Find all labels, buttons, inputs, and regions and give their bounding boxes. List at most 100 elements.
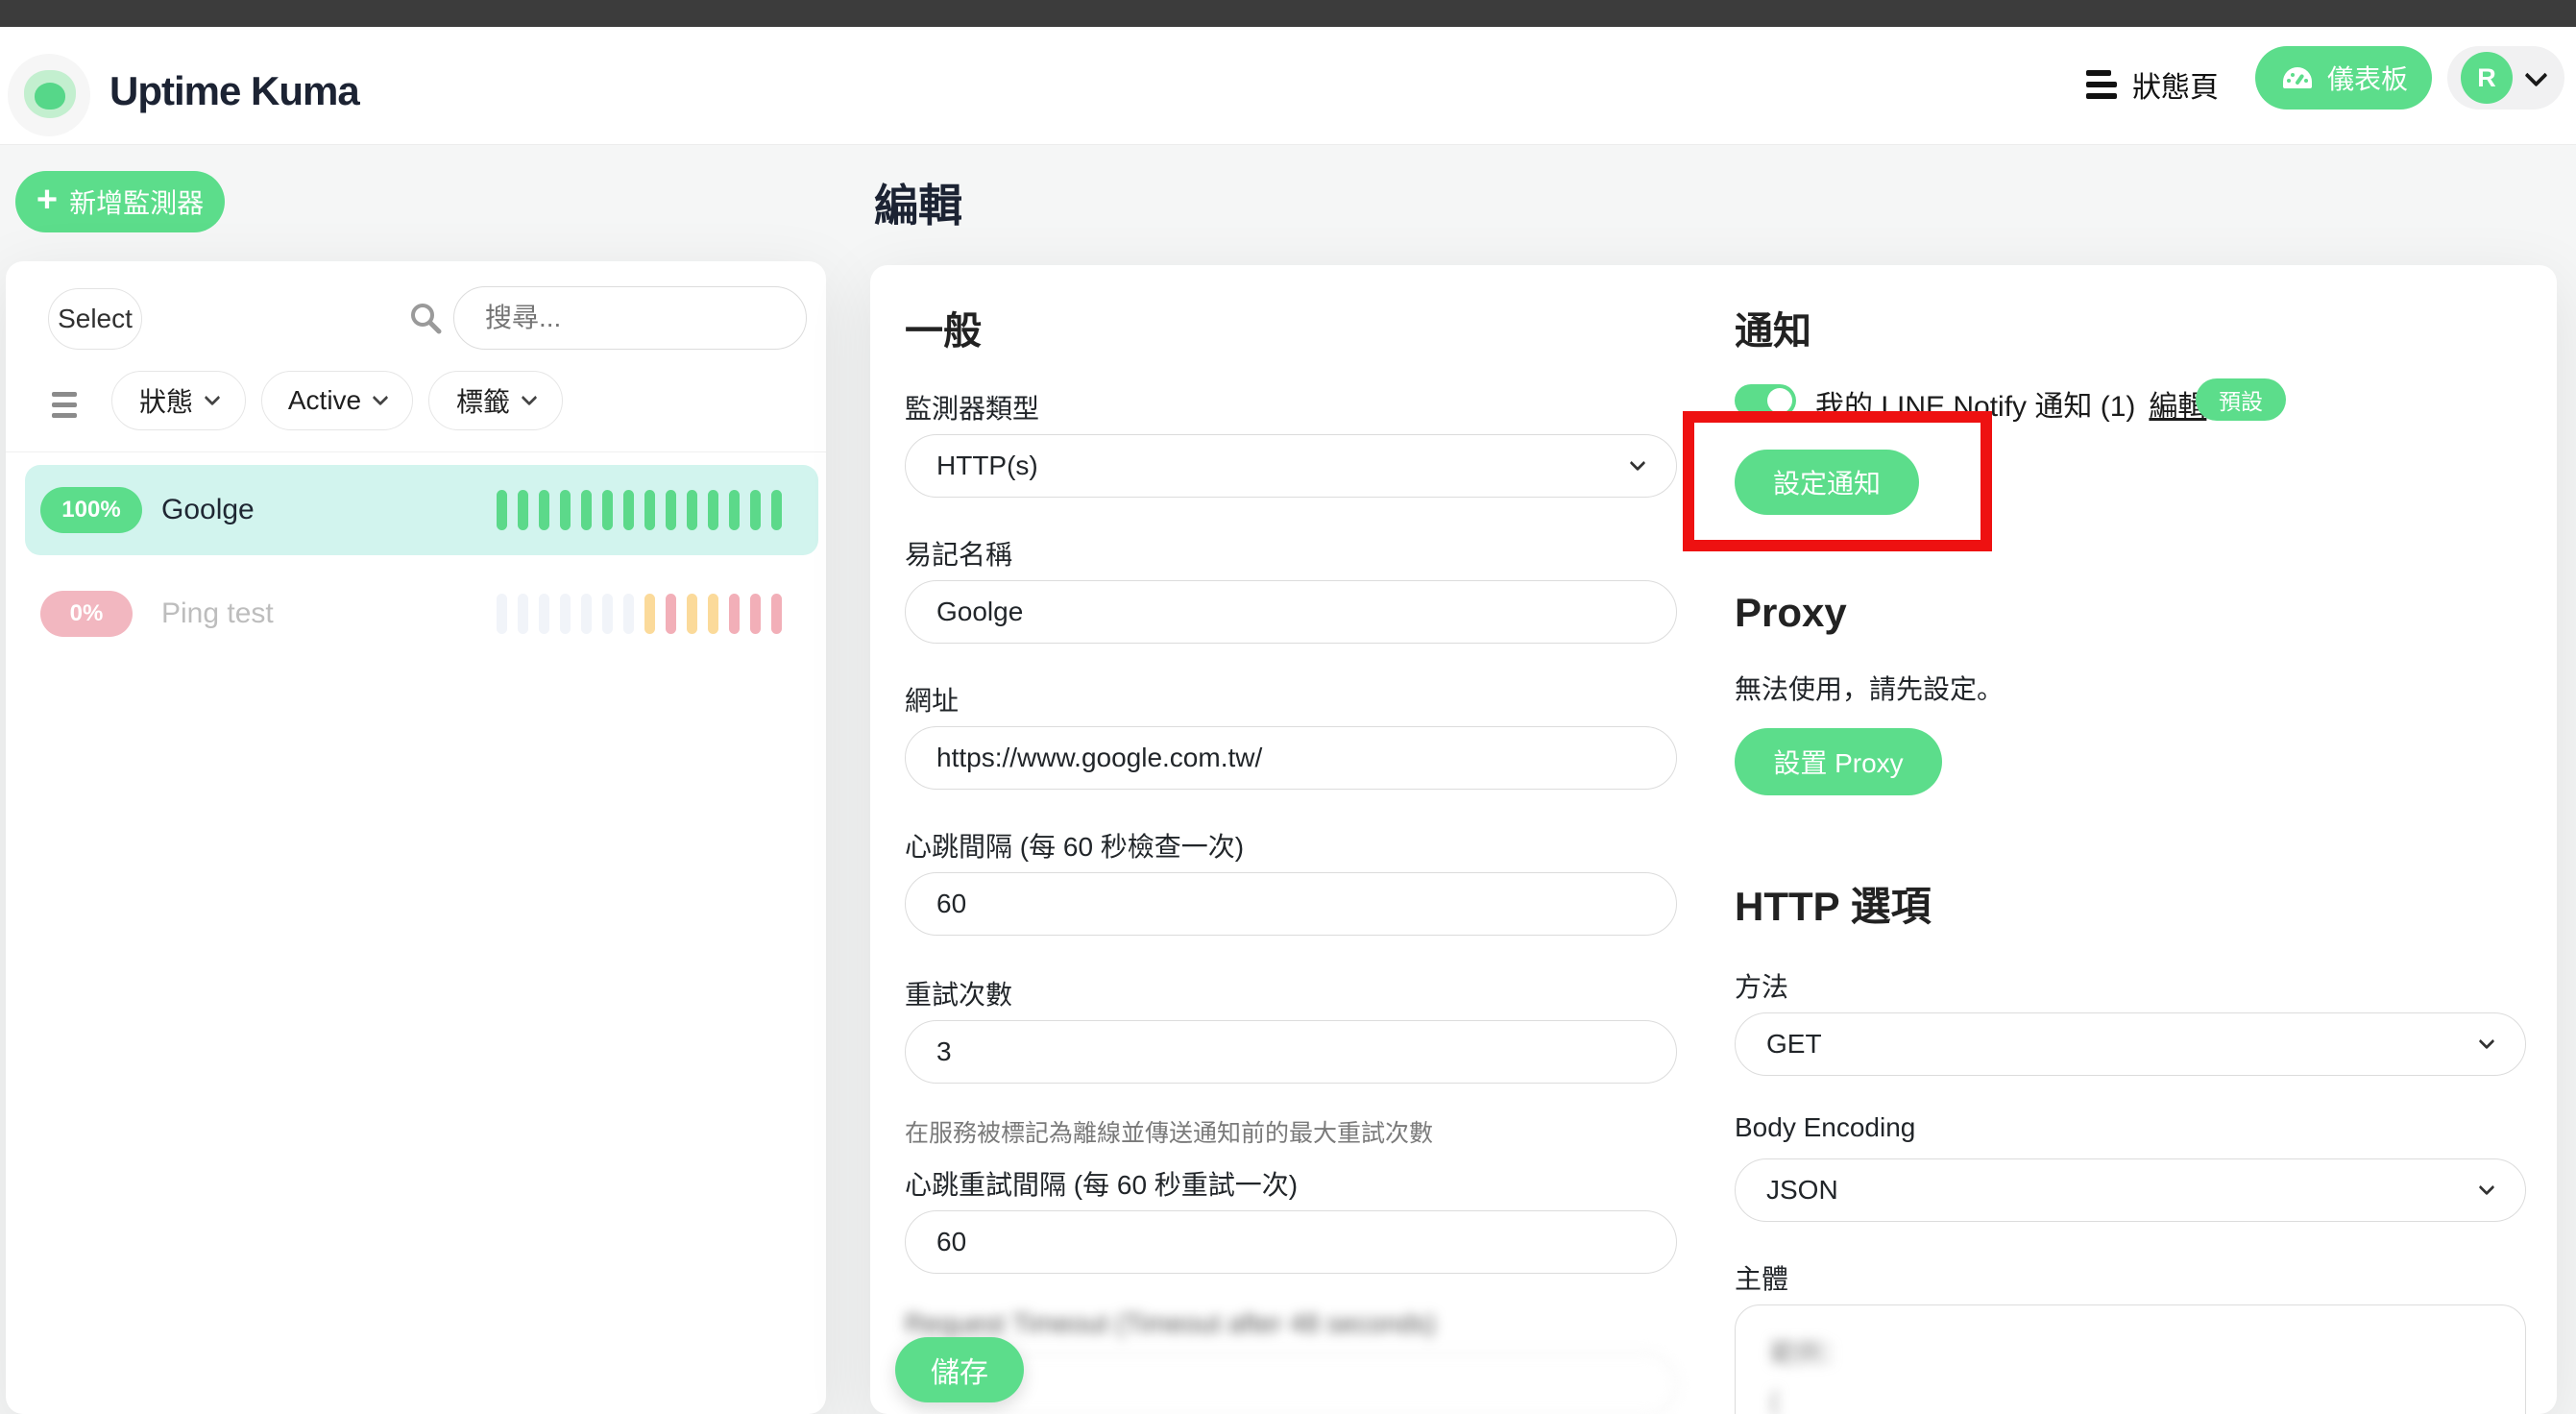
body-label: 主體 [1735, 1258, 1788, 1297]
app-title: Uptime Kuma [109, 68, 359, 114]
notifications-section-heading: 通知 [1735, 300, 1811, 355]
monitor-name: Goolge [161, 494, 255, 526]
body-encoding-value: JSON [1766, 1175, 1838, 1206]
dashboard-label: 儀表板 [2327, 59, 2408, 97]
chevron-down-icon [2479, 1180, 2495, 1196]
heartbeat-bar [623, 594, 634, 634]
chevron-down-icon [373, 390, 389, 406]
method-label: 方法 [1735, 966, 1788, 1005]
monitor-type-select[interactable]: HTTP(s) [905, 434, 1677, 498]
page-title: 編輯 [874, 171, 962, 234]
heartbeat-bar [729, 594, 740, 634]
heartbeat-bar [518, 594, 528, 634]
gauge-icon [2279, 63, 2316, 92]
heartbeat-bar [644, 490, 655, 530]
proxy-message: 無法使用，請先設定。 [1735, 669, 2004, 707]
app-screen: Uptime Kuma 狀態頁 儀表板 R + 新增監測器 Select [0, 0, 2576, 1414]
dashboard-button[interactable]: 儀表板 [2255, 46, 2432, 110]
filter-status-dropdown[interactable]: 狀態 [111, 371, 246, 430]
heartbeat-bar [729, 490, 740, 530]
browser-chrome-strip [0, 0, 2576, 27]
retries-helper-text: 在服務被標記為離線並傳送通知前的最大重試次數 [905, 1114, 1433, 1149]
general-section-heading: 一般 [905, 300, 982, 355]
chevron-down-icon [2524, 63, 2547, 86]
avatar: R [2461, 52, 2513, 104]
setup-notification-button[interactable]: 設定通知 [1735, 450, 1919, 515]
heartbeat-bar [518, 490, 528, 530]
body-encoding-label: Body Encoding [1735, 1112, 1915, 1143]
save-button[interactable]: 儲存 [895, 1337, 1024, 1402]
status-page-list-icon [2086, 70, 2117, 99]
filter-tags-dropdown[interactable]: 標籤 [428, 371, 563, 430]
body-placeholder: { [1770, 1387, 2491, 1414]
proxy-section-heading: Proxy [1735, 590, 1847, 636]
logo-dome [35, 83, 65, 110]
divider [6, 451, 826, 452]
heartbeat-retry-label: 心跳重試間隔 (每 60 秒重試一次) [905, 1164, 1298, 1203]
select-mode-button[interactable]: Select [48, 288, 142, 350]
heartbeat-interval-input[interactable] [905, 872, 1677, 936]
notification-item: 我的 LINE Notify 通知 (1) 編輯 [1815, 382, 2206, 425]
chevron-down-icon [1630, 455, 1646, 472]
body-placeholder: 範例： [1770, 1332, 2491, 1370]
filter-active-label: Active [288, 385, 361, 416]
url-label: 網址 [905, 680, 959, 719]
heartbeat-bar [497, 490, 507, 530]
chevron-down-icon [2479, 1034, 2495, 1050]
monitor-type-value: HTTP(s) [936, 451, 1038, 481]
monitor-type-label: 監測器類型 [905, 388, 1039, 427]
status-page-link[interactable]: 狀態頁 [2086, 63, 2219, 106]
heartbeat-bar [750, 490, 761, 530]
request-timeout-label: Request Timeout (Timeout after 48 second… [905, 1308, 1436, 1339]
add-monitor-button[interactable]: + 新增監測器 [15, 171, 225, 232]
toggle-knob [1767, 388, 1792, 413]
filter-menu-icon[interactable] [52, 392, 77, 418]
monitor-row-ping-test[interactable]: 0% Ping test [25, 569, 818, 659]
heartbeat-bar [602, 594, 613, 634]
heartbeat-bar [497, 594, 507, 634]
retries-input[interactable] [905, 1020, 1677, 1084]
monitor-row-goolge[interactable]: 100% Goolge [25, 465, 818, 555]
uptime-badge: 100% [40, 487, 142, 533]
filter-active-dropdown[interactable]: Active [261, 371, 413, 430]
heartbeat-bar [560, 490, 571, 530]
heartbeat-bar [666, 490, 676, 530]
status-page-label: 狀態頁 [2132, 63, 2219, 106]
heartbeat-bar [708, 490, 718, 530]
monitor-name: Ping test [161, 597, 274, 630]
http-options-heading: HTTP 選項 [1735, 874, 1932, 933]
body-textarea[interactable]: 範例： { [1735, 1304, 2526, 1414]
chevron-down-icon [522, 390, 538, 406]
heartbeat-bars [497, 594, 782, 634]
uptime-badge: 0% [40, 591, 133, 637]
heartbeat-retry-input[interactable] [905, 1210, 1677, 1274]
method-select[interactable]: GET [1735, 1012, 2526, 1076]
search-icon [407, 300, 444, 336]
heartbeat-bar [708, 594, 718, 634]
app-header: Uptime Kuma 狀態頁 儀表板 R [0, 27, 2576, 145]
search-input[interactable] [453, 286, 807, 350]
chevron-down-icon [205, 390, 221, 406]
method-value: GET [1766, 1029, 1822, 1060]
heartbeat-bar [771, 490, 782, 530]
default-badge[interactable]: 預設 [2196, 378, 2286, 421]
notification-item-label: 我的 LINE Notify 通知 (1) [1815, 382, 2135, 425]
heartbeat-bar [687, 490, 697, 530]
heartbeat-bar [623, 490, 634, 530]
heartbeat-bar [750, 594, 761, 634]
heartbeat-bar [581, 594, 592, 634]
setup-proxy-button[interactable]: 設置 Proxy [1735, 728, 1942, 795]
user-menu[interactable]: R [2447, 46, 2564, 110]
heartbeat-bar [581, 490, 592, 530]
body-encoding-select[interactable]: JSON [1735, 1158, 2526, 1222]
friendly-name-input[interactable] [905, 580, 1677, 644]
heartbeat-bar [560, 594, 571, 634]
filter-status-label: 狀態 [139, 381, 193, 420]
notification-toggle[interactable] [1735, 384, 1796, 417]
logo-blob [24, 70, 76, 118]
add-monitor-label: 新增監測器 [69, 183, 204, 221]
heartbeat-bars [497, 490, 782, 530]
url-input[interactable] [905, 726, 1677, 790]
heartbeat-bar [666, 594, 676, 634]
retries-label: 重試次數 [905, 974, 1012, 1012]
